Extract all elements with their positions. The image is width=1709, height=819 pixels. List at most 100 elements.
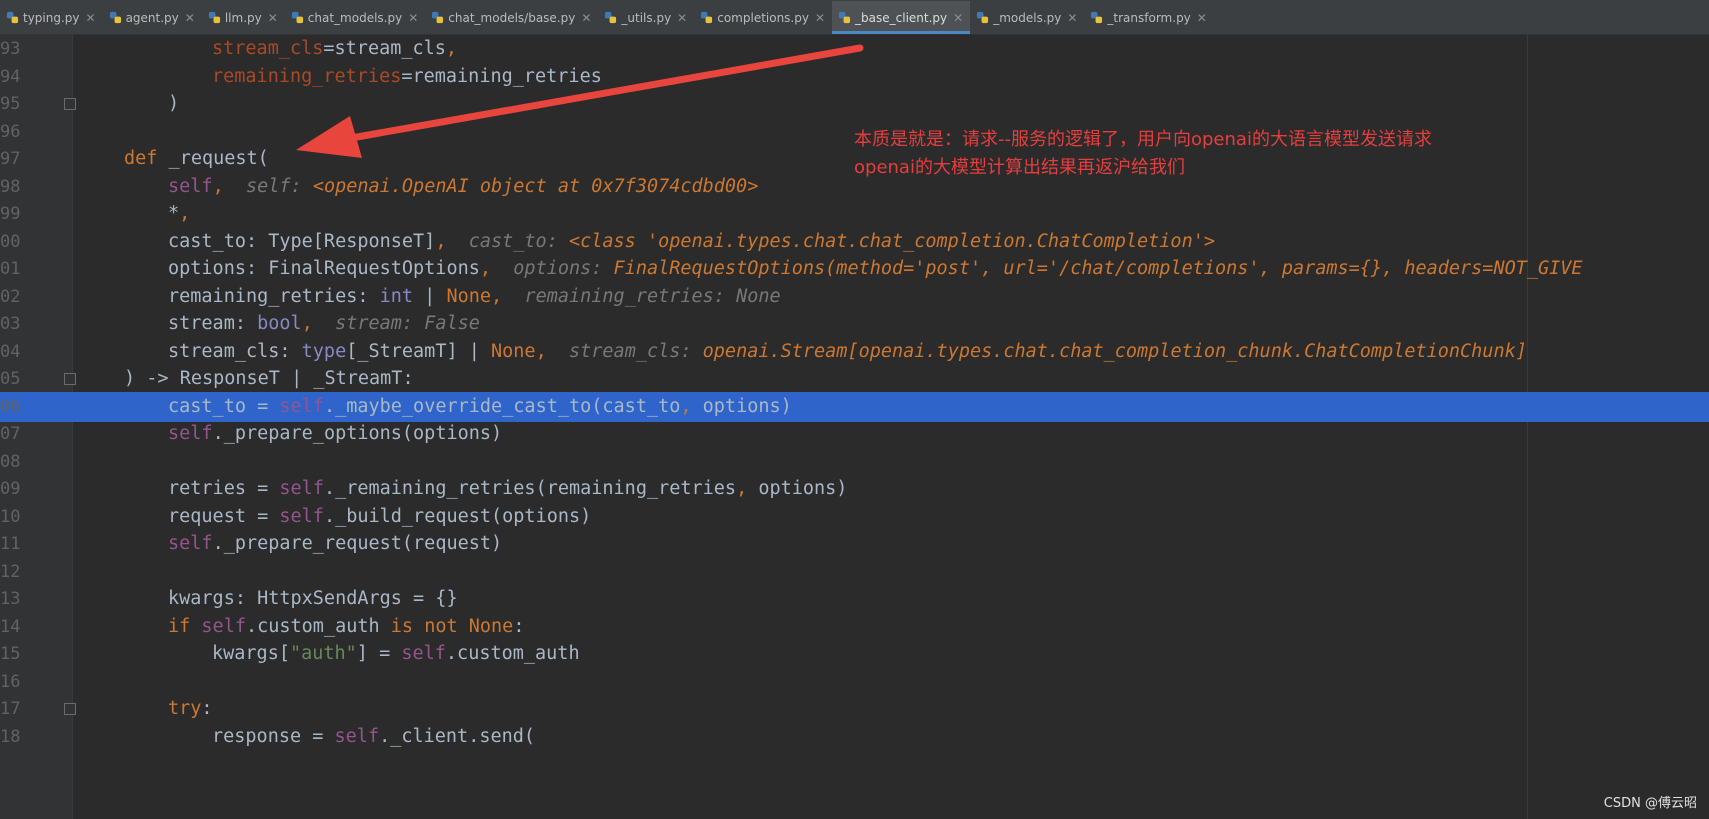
code-token: if xyxy=(168,615,202,637)
close-icon[interactable]: ✕ xyxy=(408,11,418,25)
code-token: None xyxy=(446,285,492,307)
code-line[interactable]: 93 stream_cls=stream_cls, xyxy=(0,34,1709,64)
code-text: self, self: <openai.OpenAI object at 0x7… xyxy=(168,172,758,202)
fold-marker-icon[interactable] xyxy=(64,98,76,110)
code-token: ._maybe_override_cast_to(cast_to xyxy=(323,395,681,417)
code-token: , xyxy=(680,395,692,417)
close-icon[interactable]: ✕ xyxy=(677,11,687,25)
code-token: _request xyxy=(168,148,258,169)
close-icon[interactable]: ✕ xyxy=(953,11,963,25)
python-file-icon xyxy=(291,11,303,24)
code-line[interactable]: 08 xyxy=(0,447,1709,477)
line-number: 15 xyxy=(0,644,21,664)
code-line[interactable]: 15 kwargs["auth"] = self.custom_auth xyxy=(0,639,1709,669)
code-token: stream: False xyxy=(335,313,480,334)
python-file-icon xyxy=(6,11,19,24)
code-text: stream_cls: type[_StreamT] | None, strea… xyxy=(168,337,1527,367)
code-text: self._prepare_options(options) xyxy=(168,419,502,449)
code-token: self: xyxy=(245,175,313,197)
code-token: None xyxy=(491,340,536,362)
close-icon[interactable]: ✕ xyxy=(815,11,825,25)
code-token: FinalRequestOptions(method='post', url='… xyxy=(613,258,1583,279)
line-number: 16 xyxy=(0,671,21,692)
code-line[interactable]: 05) -> ResponseT | _StreamT: xyxy=(0,364,1709,394)
code-line[interactable]: 11 self._prepare_request(request) xyxy=(0,529,1709,559)
code-token: .custom_auth xyxy=(245,615,391,637)
code-token: : xyxy=(201,698,213,719)
close-icon[interactable]: ✕ xyxy=(86,11,96,25)
code-line[interactable]: 18 response = self._client.send( xyxy=(0,722,1709,752)
code-token: ._remaining_retries(remaining_retries xyxy=(323,478,737,499)
code-token: stream_cls xyxy=(212,38,324,59)
code-token: ) xyxy=(168,93,180,114)
code-line[interactable]: 07 self._prepare_options(options) xyxy=(0,419,1709,449)
close-icon[interactable]: ✕ xyxy=(185,11,195,25)
code-text: self._prepare_request(request) xyxy=(168,529,502,559)
tab-models-py[interactable]: _models.py ✕ xyxy=(970,1,1084,34)
tab-utils-py[interactable]: _utils.py ✕ xyxy=(598,1,694,34)
tab-agent-py[interactable]: agent.py ✕ xyxy=(103,1,202,34)
close-icon[interactable]: ✕ xyxy=(1067,11,1077,25)
code-token: openai.Stream[openai.types.chat.chat_com… xyxy=(702,340,1527,362)
line-number: 07 xyxy=(0,424,21,444)
code-text: remaining_retries=remaining_retries xyxy=(212,62,602,92)
python-file-icon xyxy=(977,11,989,24)
code-line[interactable]: 01 options: FinalRequestOptions, options:… xyxy=(0,254,1709,284)
code-token: ._prepare_options(options) xyxy=(212,423,503,444)
fold-marker-icon[interactable] xyxy=(64,373,76,385)
close-icon[interactable]: ✕ xyxy=(268,11,278,25)
code-token: remaining_retries: xyxy=(168,285,380,307)
code-line[interactable]: 94 remaining_retries=remaining_retries xyxy=(0,62,1709,92)
code-line[interactable]: 17 try: xyxy=(0,694,1709,724)
code-line[interactable]: 00 cast_to: Type[ResponseT], cast_to: <cl… xyxy=(0,227,1709,257)
tab-llm-py[interactable]: llm.py ✕ xyxy=(202,1,285,34)
code-line[interactable]: 10 request = self._build_request(options) xyxy=(0,502,1709,532)
code-text: cast_to = self._maybe_override_cast_to(c… xyxy=(168,392,792,422)
code-token: , xyxy=(301,313,336,334)
code-text: if self.custom_auth is not None: xyxy=(168,612,524,642)
code-text: response = self._client.send( xyxy=(212,722,535,752)
tab-label: chat_models/base.py xyxy=(448,10,576,25)
annotation-line-1: 本质是就是：请求--服务的逻辑了，用户向openai的大语言模型发送请求 xyxy=(854,129,1432,150)
code-token: , xyxy=(535,340,569,362)
code-token: cast_to: xyxy=(468,230,569,252)
tab-transform-py[interactable]: _transform.py ✕ xyxy=(1084,1,1213,34)
line-number: 09 xyxy=(0,479,21,499)
code-line[interactable]: 13 kwargs: HttpxSendArgs = {} xyxy=(0,584,1709,614)
tab-chat-models-base-py[interactable]: chat_models/base.py ✕ xyxy=(425,1,598,34)
code-line[interactable]: 02 remaining_retries: int | None, remaini… xyxy=(0,282,1709,312)
tab-completions-py[interactable]: completions.py ✕ xyxy=(694,1,832,34)
code-token: , xyxy=(736,478,748,499)
line-number: 14 xyxy=(0,616,21,637)
tab-chat-models-py[interactable]: chat_models.py ✕ xyxy=(285,1,425,34)
line-number: 08 xyxy=(0,451,21,472)
csdn-watermark: CSDN @傅云昭 xyxy=(1603,796,1697,811)
close-icon[interactable]: ✕ xyxy=(581,11,591,25)
code-text: stream_cls=stream_cls, xyxy=(212,34,457,64)
code-line[interactable]: 12 xyxy=(0,557,1709,587)
code-token: options: xyxy=(513,258,614,279)
line-number: 98 xyxy=(0,176,21,197)
fold-marker-icon[interactable] xyxy=(64,703,76,715)
code-token: , xyxy=(179,203,191,224)
tab-label: llm.py xyxy=(224,10,262,25)
line-number: 96 xyxy=(0,121,21,142)
tab-typing-py[interactable]: typing.py ✕ xyxy=(0,1,103,34)
code-line[interactable]: 16 xyxy=(0,667,1709,697)
code-line[interactable]: 95) xyxy=(0,89,1709,119)
tab-base-client-py[interactable]: _base_client.py ✕ xyxy=(832,1,971,34)
line-number: 99 xyxy=(0,204,21,224)
code-line[interactable]: 06 cast_to = self._maybe_override_cast_to… xyxy=(0,391,1709,422)
code-token: type xyxy=(301,340,347,362)
code-token: self xyxy=(168,175,213,197)
code-line[interactable]: 04 stream_cls: type[_StreamT] | None, str… xyxy=(0,337,1709,367)
code-text: options: FinalRequestOptions, options: F… xyxy=(168,254,1583,284)
editor-tab-bar: typing.py ✕ agent.py ✕ llm.py ✕ chat_models.py… xyxy=(0,0,1709,35)
code-line[interactable]: 03 stream: bool, stream: False xyxy=(0,309,1709,339)
tab-label: typing.py xyxy=(23,10,80,25)
code-line[interactable]: 99 *, xyxy=(0,199,1709,229)
close-icon[interactable]: ✕ xyxy=(1197,11,1207,25)
code-line[interactable]: 14 if self.custom_auth is not None: xyxy=(0,612,1709,642)
python-file-icon xyxy=(701,11,713,24)
code-line[interactable]: 09 retries = self._remaining_retries(rema… xyxy=(0,474,1709,504)
